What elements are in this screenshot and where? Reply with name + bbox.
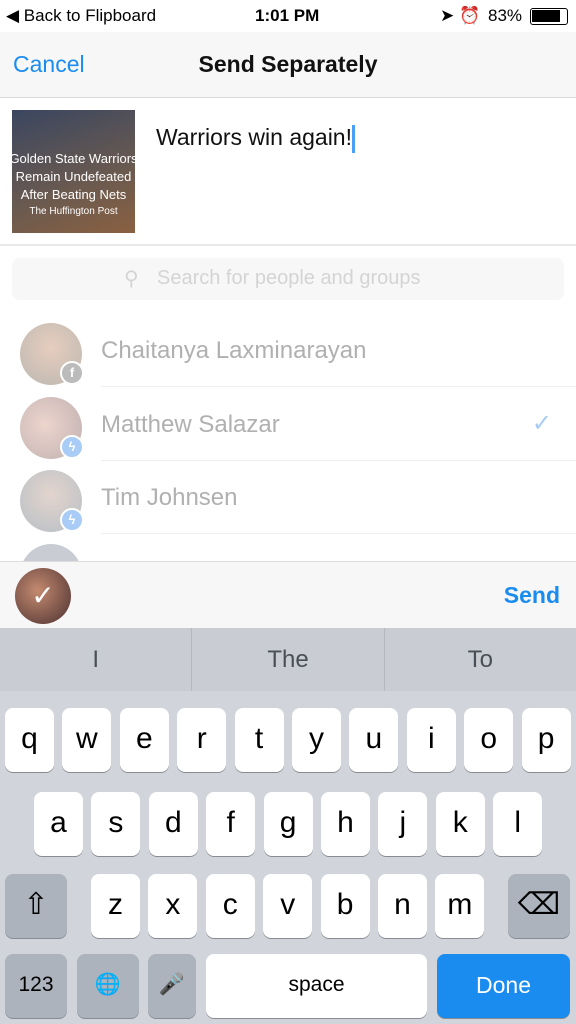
nav-bar: Send Separately Cancel bbox=[0, 32, 576, 98]
key-p[interactable]: p bbox=[521, 708, 571, 772]
search-input[interactable]: ⚲ Search for people and groups bbox=[12, 258, 564, 300]
checkmark-icon: ✓ bbox=[531, 410, 552, 437]
send-bar: ✓ Send bbox=[0, 561, 576, 628]
key-c[interactable]: c bbox=[205, 874, 255, 938]
contact-row[interactable]: ϟ Matthew Salazar ✓ bbox=[0, 387, 576, 461]
contact-name: Tim Johnsen bbox=[101, 484, 238, 511]
key-v[interactable]: v bbox=[263, 874, 313, 938]
article-thumbnail[interactable]: Golden State Warriors Remain Undefeated … bbox=[12, 110, 135, 233]
numbers-key[interactable]: 123 bbox=[5, 954, 67, 1018]
status-bar: ◀ Back to Flipboard 1:01 PM ➤ ⏰ 83% bbox=[0, 0, 576, 32]
compose-area: Golden State Warriors Remain Undefeated … bbox=[0, 99, 576, 246]
contact-name: Chaitanya Laxminarayan bbox=[101, 337, 367, 364]
key-l[interactable]: l bbox=[493, 792, 543, 856]
key-f[interactable]: f bbox=[206, 792, 256, 856]
suggestion[interactable]: I bbox=[0, 628, 193, 691]
key-k[interactable]: k bbox=[435, 792, 485, 856]
messenger-icon: ϟ bbox=[60, 435, 84, 459]
location-alarm-icons: ➤ ⏰ bbox=[440, 6, 481, 25]
key-d[interactable]: d bbox=[148, 792, 198, 856]
article-source: The Huffington Post bbox=[29, 206, 118, 217]
key-y[interactable]: y bbox=[292, 708, 341, 772]
suggestion[interactable]: The bbox=[192, 628, 385, 691]
key-h[interactable]: h bbox=[321, 792, 370, 856]
key-t[interactable]: t bbox=[234, 708, 284, 772]
search-placeholder: Search for people and groups bbox=[157, 267, 421, 289]
key-i[interactable]: i bbox=[406, 708, 456, 772]
key-q[interactable]: q bbox=[5, 708, 54, 772]
key-s[interactable]: s bbox=[91, 792, 141, 856]
facebook-icon: f bbox=[60, 361, 84, 385]
key-u[interactable]: u bbox=[349, 708, 399, 772]
back-to-app-link[interactable]: ◀ Back to Flipboard bbox=[6, 6, 156, 26]
battery-icon bbox=[530, 8, 568, 25]
key-b[interactable]: b bbox=[320, 874, 370, 938]
keyboard: ⇧ ⌫ 123 🌐 🎤 space Done qwertyuiop asdfghj… bbox=[0, 691, 576, 1024]
battery-percent: 83% bbox=[488, 6, 523, 25]
globe-icon[interactable]: 🌐 bbox=[77, 954, 139, 1018]
key-a[interactable]: a bbox=[34, 792, 83, 856]
page-title: Send Separately bbox=[198, 51, 378, 77]
contact-row[interactable]: f Chaitanya Laxminarayan bbox=[0, 313, 576, 387]
key-e[interactable]: e bbox=[119, 708, 169, 772]
key-z[interactable]: z bbox=[91, 874, 140, 938]
key-o[interactable]: o bbox=[464, 708, 514, 772]
search-icon: ⚲ bbox=[124, 268, 139, 290]
article-headline: Golden State Warriors Remain Undefeated … bbox=[12, 151, 135, 202]
key-j[interactable]: j bbox=[378, 792, 428, 856]
key-g[interactable]: g bbox=[263, 792, 313, 856]
text-caret bbox=[351, 124, 355, 153]
cancel-button[interactable]: Cancel bbox=[13, 51, 85, 78]
clock: 1:01 PM bbox=[255, 6, 320, 25]
predictive-bar: I The To bbox=[0, 628, 576, 691]
delete-key[interactable]: ⌫ bbox=[508, 874, 570, 938]
key-x[interactable]: x bbox=[148, 874, 198, 938]
shift-key[interactable]: ⇧ bbox=[5, 874, 67, 938]
send-button[interactable]: Send bbox=[504, 582, 560, 609]
message-text: Warriors win again! bbox=[156, 124, 352, 150]
microphone-icon[interactable]: 🎤 bbox=[148, 954, 196, 1018]
done-key[interactable]: Done bbox=[437, 954, 570, 1018]
key-w[interactable]: w bbox=[62, 708, 112, 772]
key-m[interactable]: m bbox=[435, 874, 485, 938]
contact-name: Matthew Salazar bbox=[101, 411, 280, 438]
space-key[interactable]: space bbox=[206, 954, 427, 1018]
selected-recipient-avatar[interactable]: ✓ bbox=[15, 568, 71, 624]
message-input[interactable]: Warriors win again! bbox=[156, 124, 355, 153]
contact-row[interactable]: ϟ Tim Johnsen bbox=[0, 460, 576, 534]
key-r[interactable]: r bbox=[177, 708, 227, 772]
key-n[interactable]: n bbox=[378, 874, 427, 938]
messenger-icon: ϟ bbox=[60, 508, 84, 532]
suggestion[interactable]: To bbox=[385, 628, 576, 691]
